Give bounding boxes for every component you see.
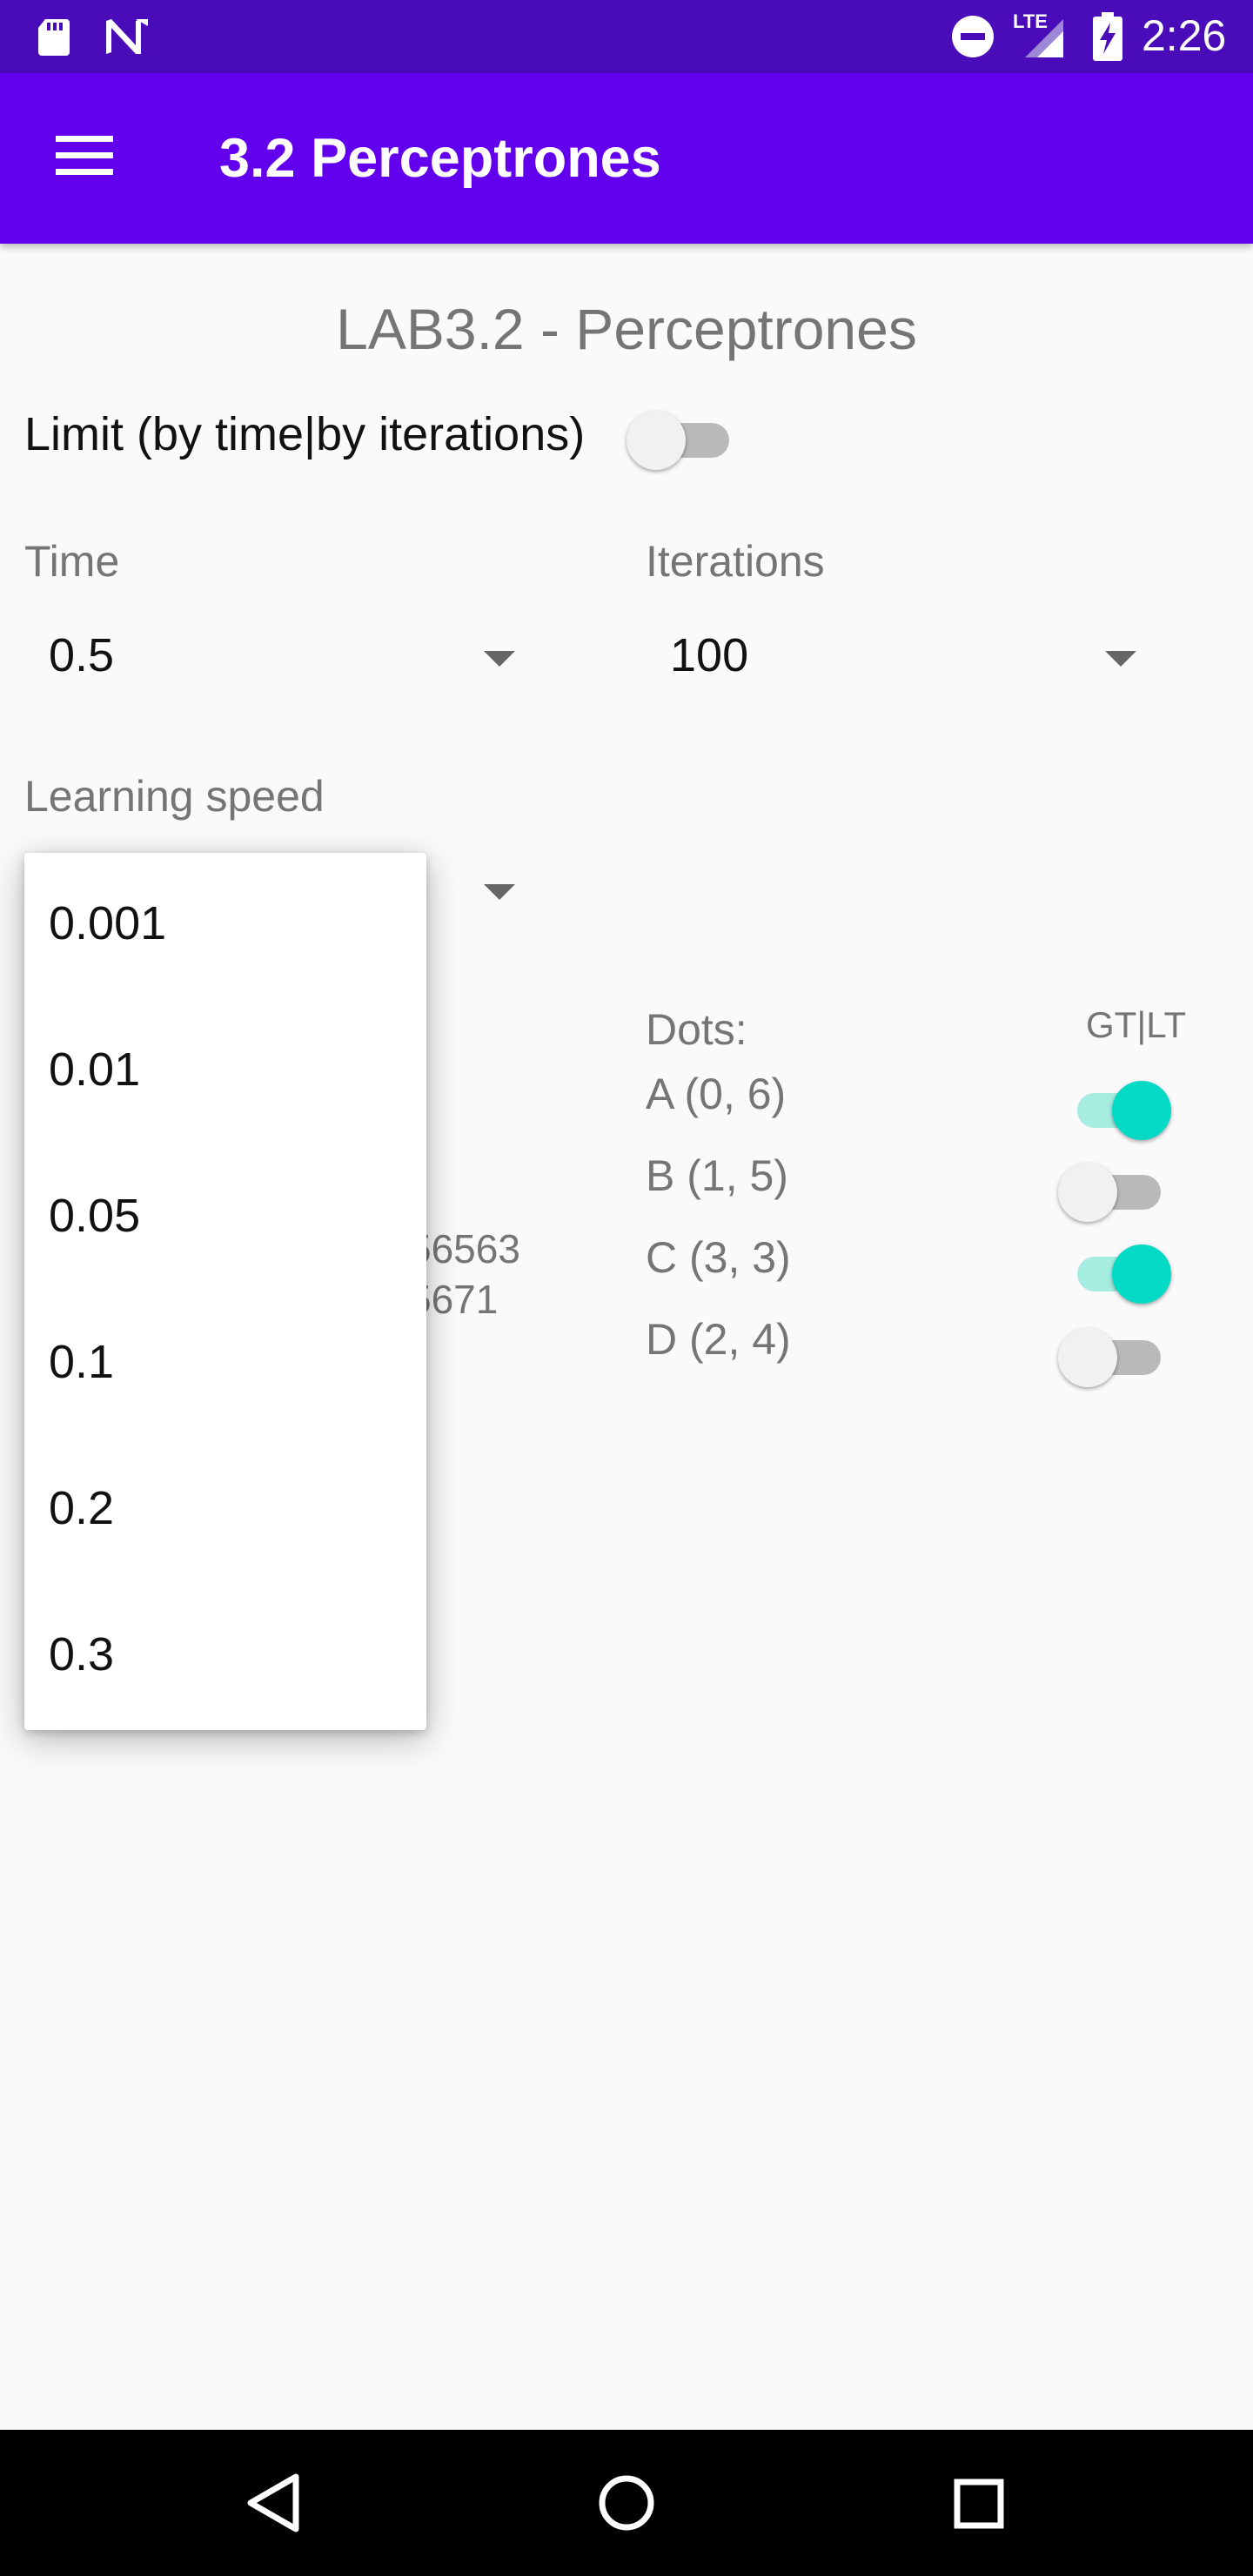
back-icon — [247, 2473, 299, 2532]
switch-thumb — [1058, 1328, 1117, 1387]
hamburger-menu-icon — [56, 136, 113, 175]
back-button[interactable] — [223, 2451, 327, 2555]
recents-icon — [954, 2479, 1004, 2529]
menu-button[interactable] — [38, 108, 134, 204]
app-title: 3.2 Perceptrones — [219, 128, 661, 189]
switch-thumb — [1112, 1081, 1171, 1140]
limit-toggle-switch[interactable] — [626, 402, 740, 472]
home-button[interactable] — [574, 2451, 679, 2555]
iterations-spinner[interactable]: 100 — [646, 609, 1150, 705]
dropdown-option[interactable]: 0.1 — [24, 1291, 426, 1438]
switch-thumb — [626, 411, 686, 470]
learning-speed-dropdown: 0.001 0.01 0.05 0.1 0.2 0.3 — [24, 853, 426, 1730]
limit-toggle-label: Limit (by time|by iterations) — [24, 408, 586, 460]
app-bar: 3.2 Perceptrones — [0, 73, 1253, 244]
dropdown-option[interactable]: 0.01 — [24, 999, 426, 1145]
status-bar: LTE 2:26 — [0, 0, 1253, 73]
dot-a-label: A (0, 6) — [646, 1070, 787, 1118]
home-icon — [599, 2475, 654, 2531]
battery-charging-icon — [1093, 12, 1122, 61]
notification-n-icon — [106, 19, 148, 54]
dot-b-switch[interactable] — [1058, 1154, 1171, 1224]
page-title: LAB3.2 - Perceptrones — [336, 297, 917, 361]
iterations-label: Iterations — [646, 537, 825, 586]
option-label: 0.2 — [49, 1482, 115, 1534]
iterations-value: 100 — [670, 629, 749, 681]
dot-c-label: C (3, 3) — [646, 1233, 791, 1282]
time-spinner[interactable]: 0.5 — [24, 609, 529, 705]
time-label: Time — [24, 537, 120, 586]
time-value: 0.5 — [49, 629, 115, 681]
option-label: 0.3 — [49, 1628, 115, 1680]
dot-b-label: B (1, 5) — [646, 1151, 788, 1200]
learning-speed-label: Learning speed — [24, 772, 325, 821]
do-not-disturb-icon — [952, 16, 994, 57]
dropdown-option[interactable]: 0.05 — [24, 1145, 426, 1291]
dot-a-switch[interactable] — [1062, 1072, 1175, 1142]
dropdown-option[interactable]: 0.001 — [24, 853, 426, 999]
sd-card-icon — [38, 19, 70, 56]
switch-thumb — [1112, 1244, 1171, 1304]
option-label: 0.05 — [49, 1190, 141, 1242]
status-time: 2:26 — [1142, 11, 1227, 60]
dropdown-option[interactable]: 0.3 — [24, 1584, 426, 1730]
dot-d-label: D (2, 4) — [646, 1315, 791, 1364]
chevron-down-icon — [484, 884, 515, 900]
dots-header: Dots: — [646, 1005, 747, 1054]
recents-button[interactable] — [926, 2451, 1030, 2555]
gt-lt-header: GT|LT — [1086, 1004, 1187, 1045]
signal-icon — [1025, 19, 1063, 57]
option-label: 0.001 — [49, 897, 167, 949]
dot-d-switch[interactable] — [1058, 1319, 1171, 1389]
option-label: 0.1 — [49, 1336, 115, 1388]
navigation-bar — [0, 2430, 1253, 2576]
switch-thumb — [1058, 1163, 1117, 1222]
option-label: 0.01 — [49, 1043, 141, 1096]
chevron-down-icon — [484, 651, 515, 667]
dot-c-switch[interactable] — [1062, 1236, 1175, 1305]
dropdown-option[interactable]: 0.2 — [24, 1438, 426, 1584]
chevron-down-icon — [1105, 651, 1136, 667]
